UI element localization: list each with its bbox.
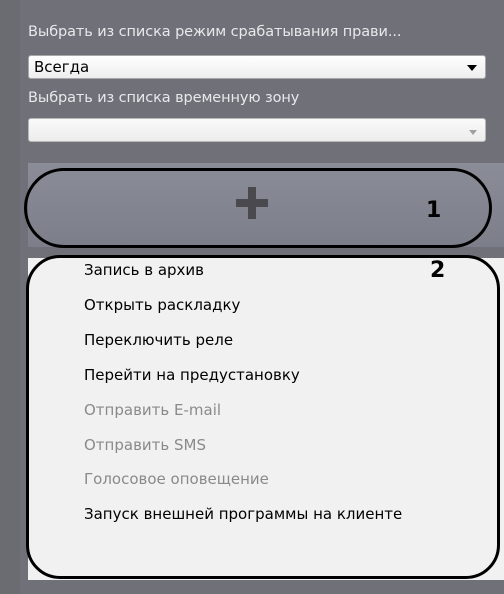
chevron-down-icon[interactable] bbox=[469, 130, 477, 135]
mode-select[interactable]: Всегда bbox=[28, 55, 486, 79]
timezone-select[interactable] bbox=[28, 118, 486, 142]
callout-1-number: 1 bbox=[426, 198, 442, 223]
timezone-label: Выбрать из списка временную зону bbox=[28, 90, 300, 106]
callout-1-outline bbox=[24, 168, 492, 248]
callout-2-number: 2 bbox=[430, 258, 446, 283]
mode-label: Выбрать из списка режим срабатывания пра… bbox=[28, 24, 402, 40]
chevron-down-icon[interactable] bbox=[467, 65, 477, 71]
mode-select-value: Всегда bbox=[34, 58, 90, 76]
callout-2-outline bbox=[26, 255, 500, 579]
